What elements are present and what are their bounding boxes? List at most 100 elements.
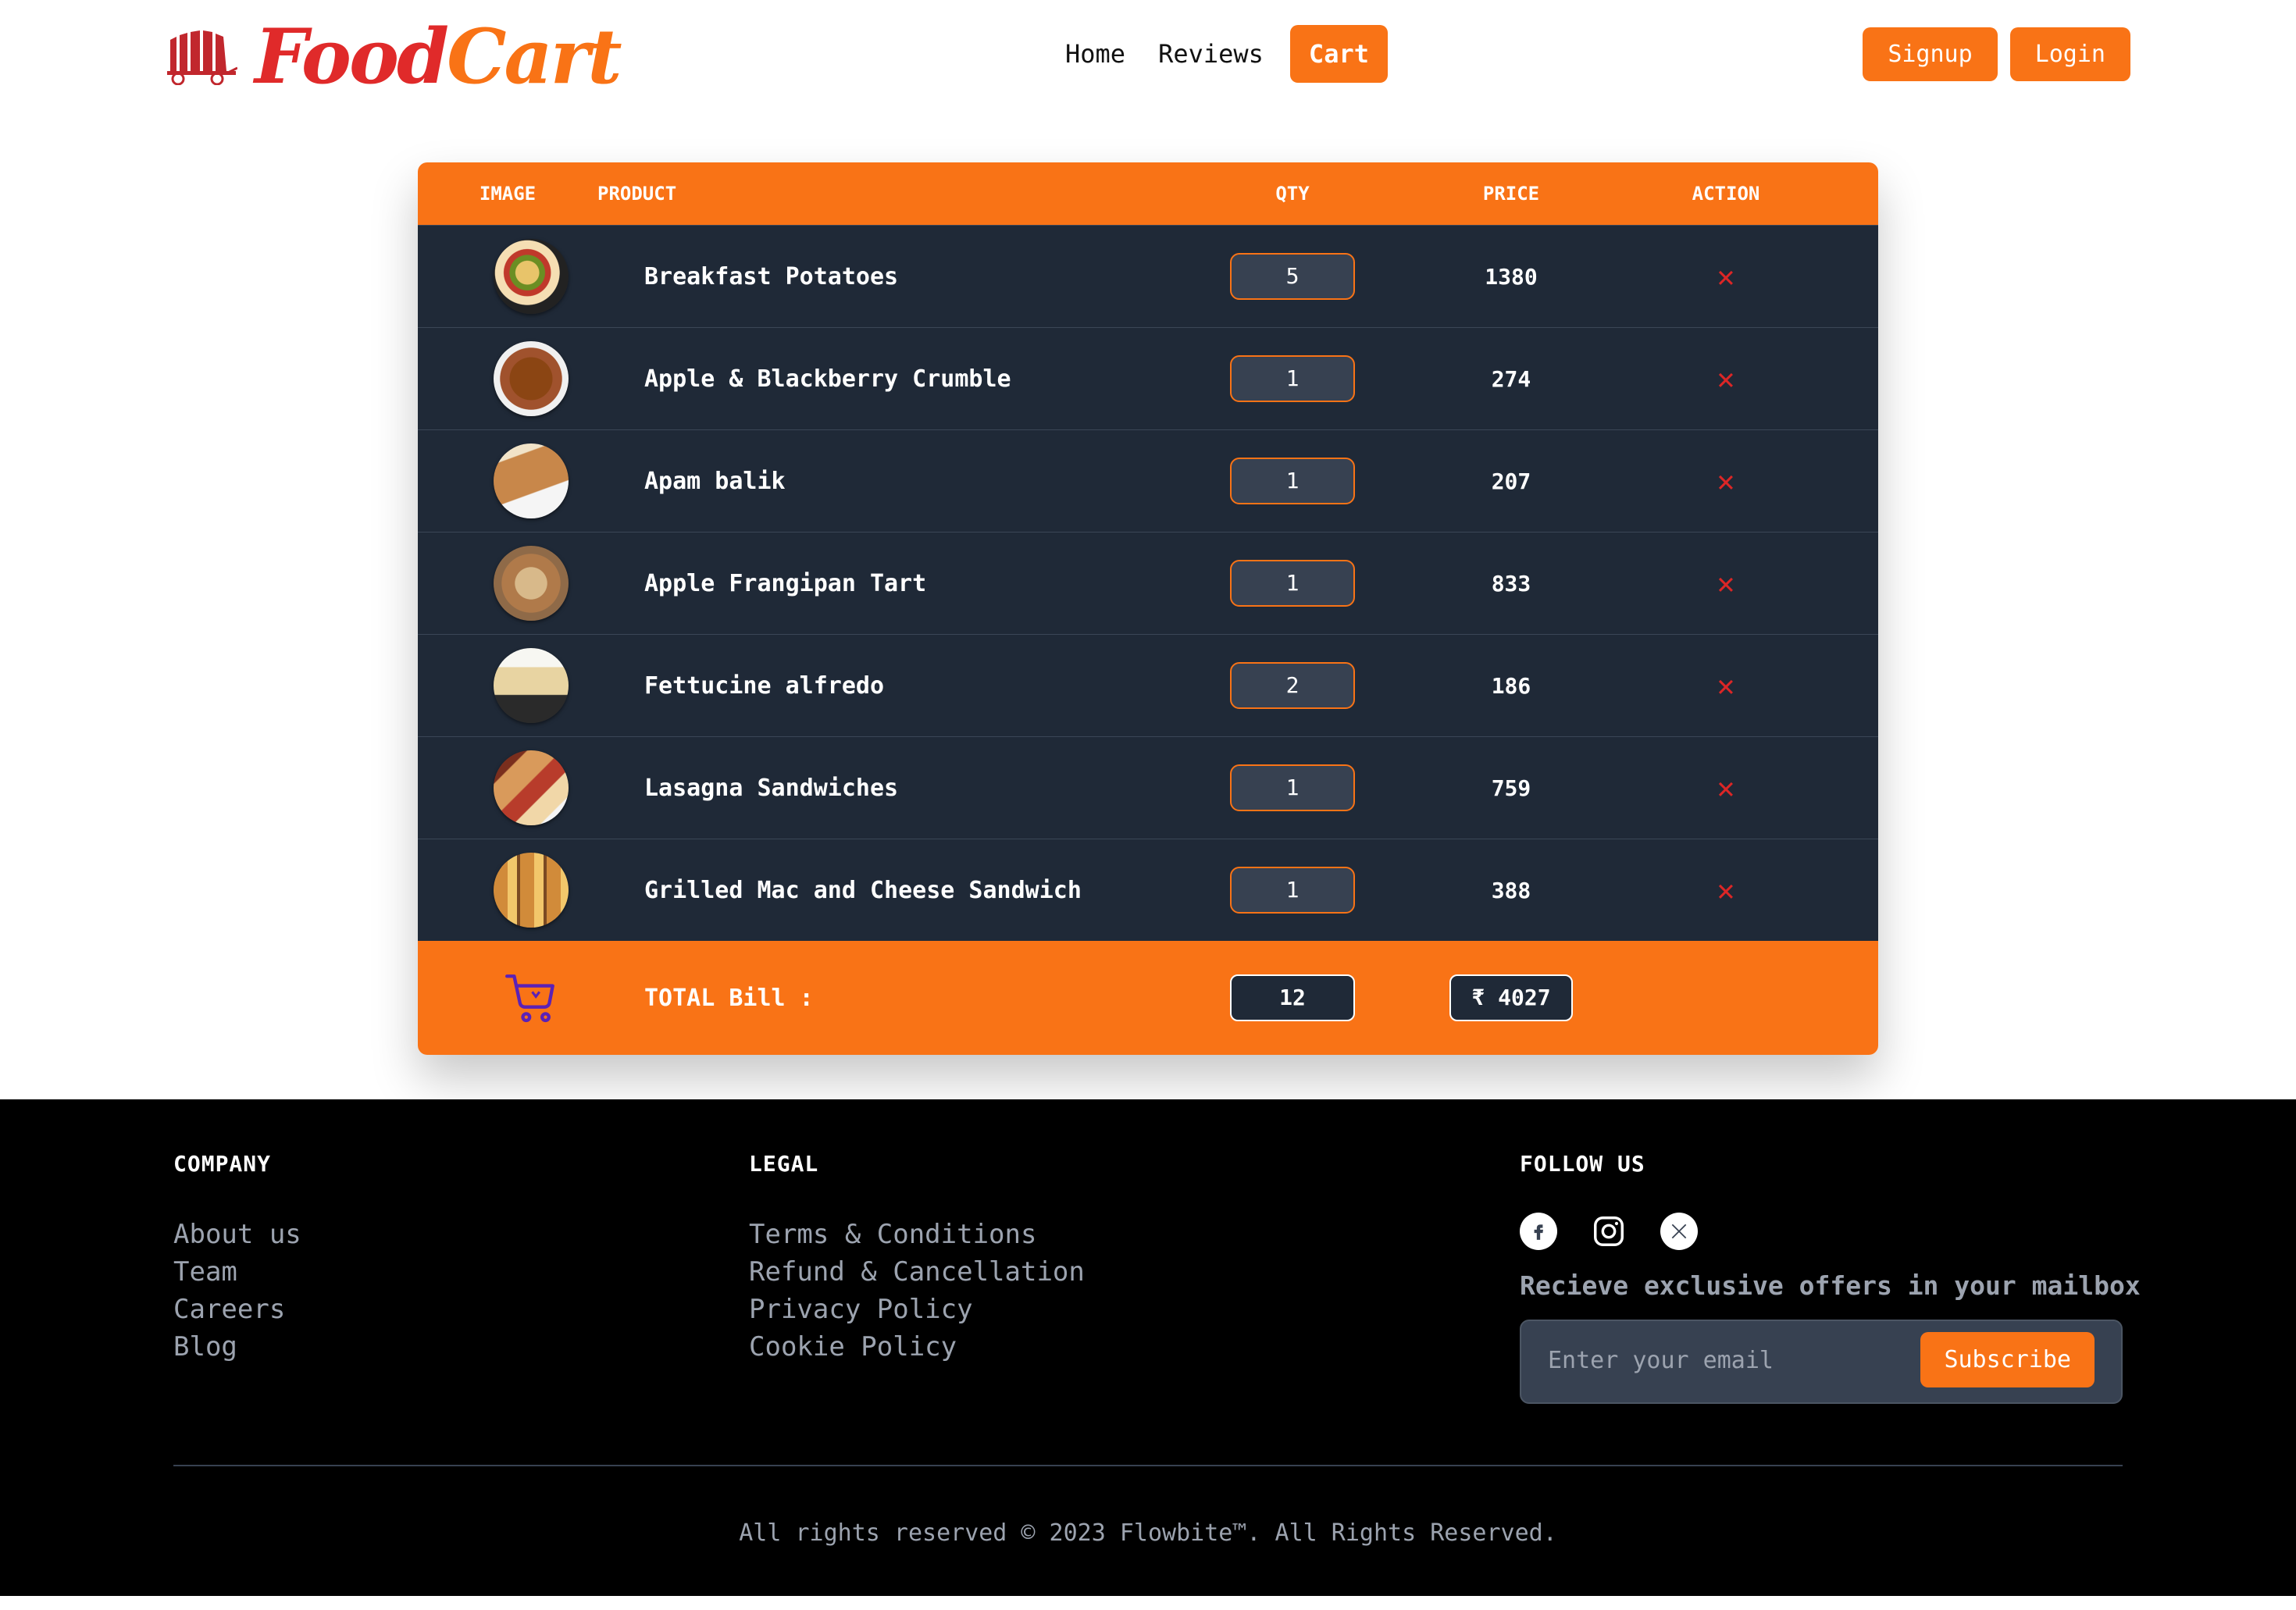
cart-row: Lasagna Sandwiches 1 759 ✕ (418, 736, 1878, 839)
total-quantity: 12 (1230, 974, 1355, 1021)
cart-total-row: TOTAL Bill : 12 ₹ 4027 (418, 941, 1878, 1055)
quantity-field[interactable]: 1 (1230, 867, 1355, 914)
product-name: Apple Frangipan Tart (644, 569, 927, 597)
footer-legal-heading: LEGAL (749, 1151, 819, 1177)
product-name: Lasagna Sandwiches (644, 774, 899, 802)
brand-name-food: Food (255, 12, 449, 101)
footer-link-refund[interactable]: Refund & Cancellation (749, 1253, 1085, 1291)
product-image-cell (418, 341, 644, 416)
footer-link-terms[interactable]: Terms & Conditions (749, 1216, 1085, 1253)
product-price: 759 (1491, 775, 1531, 801)
copyright-text: All rights reserved © 2023 Flowbite™. Al… (739, 1519, 1557, 1547)
product-price: 1380 (1485, 263, 1538, 290)
total-amount: ₹ 4027 (1449, 974, 1573, 1021)
cart-table: IMAGE PRODUCT QTY PRICE ACTION Breakfast… (418, 162, 1878, 1055)
quantity-field[interactable]: 1 (1230, 764, 1355, 811)
product-thumbnail (494, 239, 569, 314)
close-icon[interactable]: ✕ (1717, 873, 1735, 907)
signup-button[interactable]: Signup (1863, 27, 1998, 81)
footer-link-about-us[interactable]: About us (173, 1216, 301, 1253)
product-price: 186 (1491, 672, 1531, 699)
product-image-cell (418, 750, 644, 825)
newsletter-offer-text: Recieve exclusive offers in your mailbox (1520, 1270, 2141, 1301)
email-field[interactable] (1546, 1346, 1893, 1375)
product-name: Fettucine alfredo (644, 671, 885, 700)
quantity-field[interactable]: 1 (1230, 355, 1355, 402)
header: FoodCart Home Reviews Cart Signup Login (0, 0, 2296, 117)
product-image-cell (418, 239, 644, 314)
header-product: PRODUCT (597, 183, 677, 205)
footer: COMPANY About us Team Careers Blog LEGAL… (0, 1099, 2296, 1596)
product-name: Breakfast Potatoes (644, 262, 899, 290)
footer-link-cookie[interactable]: Cookie Policy (749, 1328, 1085, 1366)
cart-row: Apple & Blackberry Crumble 1 274 ✕ (418, 327, 1878, 429)
quantity-field[interactable]: 5 (1230, 253, 1355, 300)
product-price: 207 (1491, 468, 1531, 494)
footer-company-heading: COMPANY (173, 1151, 272, 1177)
brand-name-cart: Cart (447, 12, 622, 101)
auth-buttons: Signup Login (1863, 27, 2130, 81)
close-icon[interactable]: ✕ (1717, 362, 1735, 396)
product-image-cell (418, 853, 644, 928)
footer-link-blog[interactable]: Blog (173, 1328, 301, 1366)
nav-reviews[interactable]: Reviews (1152, 28, 1270, 80)
product-thumbnail (494, 443, 569, 518)
wagon-logo-icon (167, 30, 237, 85)
subscribe-button[interactable]: Subscribe (1920, 1332, 2095, 1387)
product-thumbnail (494, 853, 569, 928)
footer-follow: FOLLOW US Recieve exclusive offers in yo… (1520, 1151, 2141, 1404)
brand-logo[interactable]: FoodCart (166, 14, 622, 100)
product-name: Grilled Mac and Cheese Sandwich (644, 876, 1082, 904)
social-icons (1520, 1213, 2141, 1250)
header-price: PRICE (1482, 183, 1540, 205)
main-nav: Home Reviews Cart (1059, 25, 1388, 83)
nav-cart[interactable]: Cart (1289, 25, 1388, 83)
product-name: Apple & Blackberry Crumble (644, 365, 1011, 393)
total-bill-label: TOTAL Bill : (644, 984, 814, 1012)
quantity-field[interactable]: 1 (1230, 458, 1355, 504)
product-thumbnail (494, 546, 569, 621)
cart-row: Grilled Mac and Cheese Sandwich 1 388 ✕ (418, 839, 1878, 941)
cart-row: Breakfast Potatoes 5 1380 ✕ (418, 225, 1878, 327)
shopping-cart-icon (505, 974, 554, 1023)
product-name: Apam balik (644, 467, 786, 495)
product-price: 833 (1491, 570, 1531, 597)
cart-table-header: IMAGE PRODUCT QTY PRICE ACTION (418, 162, 1878, 225)
facebook-icon[interactable] (1520, 1213, 1557, 1250)
x-twitter-icon[interactable] (1660, 1213, 1698, 1250)
footer-company: COMPANY About us Team Careers Blog (173, 1151, 301, 1366)
product-image-cell (418, 443, 644, 518)
header-qty: QTY (1275, 183, 1310, 205)
cart-row: Apam balik 1 207 ✕ (418, 429, 1878, 532)
cart-row: Apple Frangipan Tart 1 833 ✕ (418, 532, 1878, 634)
product-thumbnail (494, 750, 569, 825)
cart-row: Fettucine alfredo 2 186 ✕ (418, 634, 1878, 736)
header-action: ACTION (1692, 183, 1760, 205)
product-thumbnail (494, 648, 569, 723)
brand-name: FoodCart (255, 20, 622, 94)
header-image: IMAGE (479, 183, 537, 205)
product-price: 274 (1491, 365, 1531, 392)
footer-link-privacy[interactable]: Privacy Policy (749, 1291, 1085, 1328)
close-icon[interactable]: ✕ (1717, 668, 1735, 703)
quantity-field[interactable]: 1 (1230, 560, 1355, 607)
nav-home[interactable]: Home (1059, 28, 1132, 80)
close-icon[interactable]: ✕ (1717, 259, 1735, 294)
close-icon[interactable]: ✕ (1717, 771, 1735, 805)
footer-link-careers[interactable]: Careers (173, 1291, 301, 1328)
product-thumbnail (494, 341, 569, 416)
product-price: 388 (1491, 877, 1531, 903)
newsletter-form: Subscribe (1520, 1320, 2123, 1404)
footer-link-team[interactable]: Team (173, 1253, 301, 1291)
login-button[interactable]: Login (2009, 27, 2130, 81)
product-image-cell (418, 648, 644, 723)
footer-follow-heading: FOLLOW US (1520, 1151, 1645, 1177)
instagram-icon[interactable] (1590, 1213, 1628, 1250)
footer-divider (173, 1465, 2123, 1466)
close-icon[interactable]: ✕ (1717, 566, 1735, 600)
close-icon[interactable]: ✕ (1717, 464, 1735, 498)
total-icon-cell (418, 969, 644, 1027)
product-image-cell (418, 546, 644, 621)
quantity-field[interactable]: 2 (1230, 662, 1355, 709)
footer-legal: LEGAL Terms & Conditions Refund & Cancel… (749, 1151, 1085, 1366)
